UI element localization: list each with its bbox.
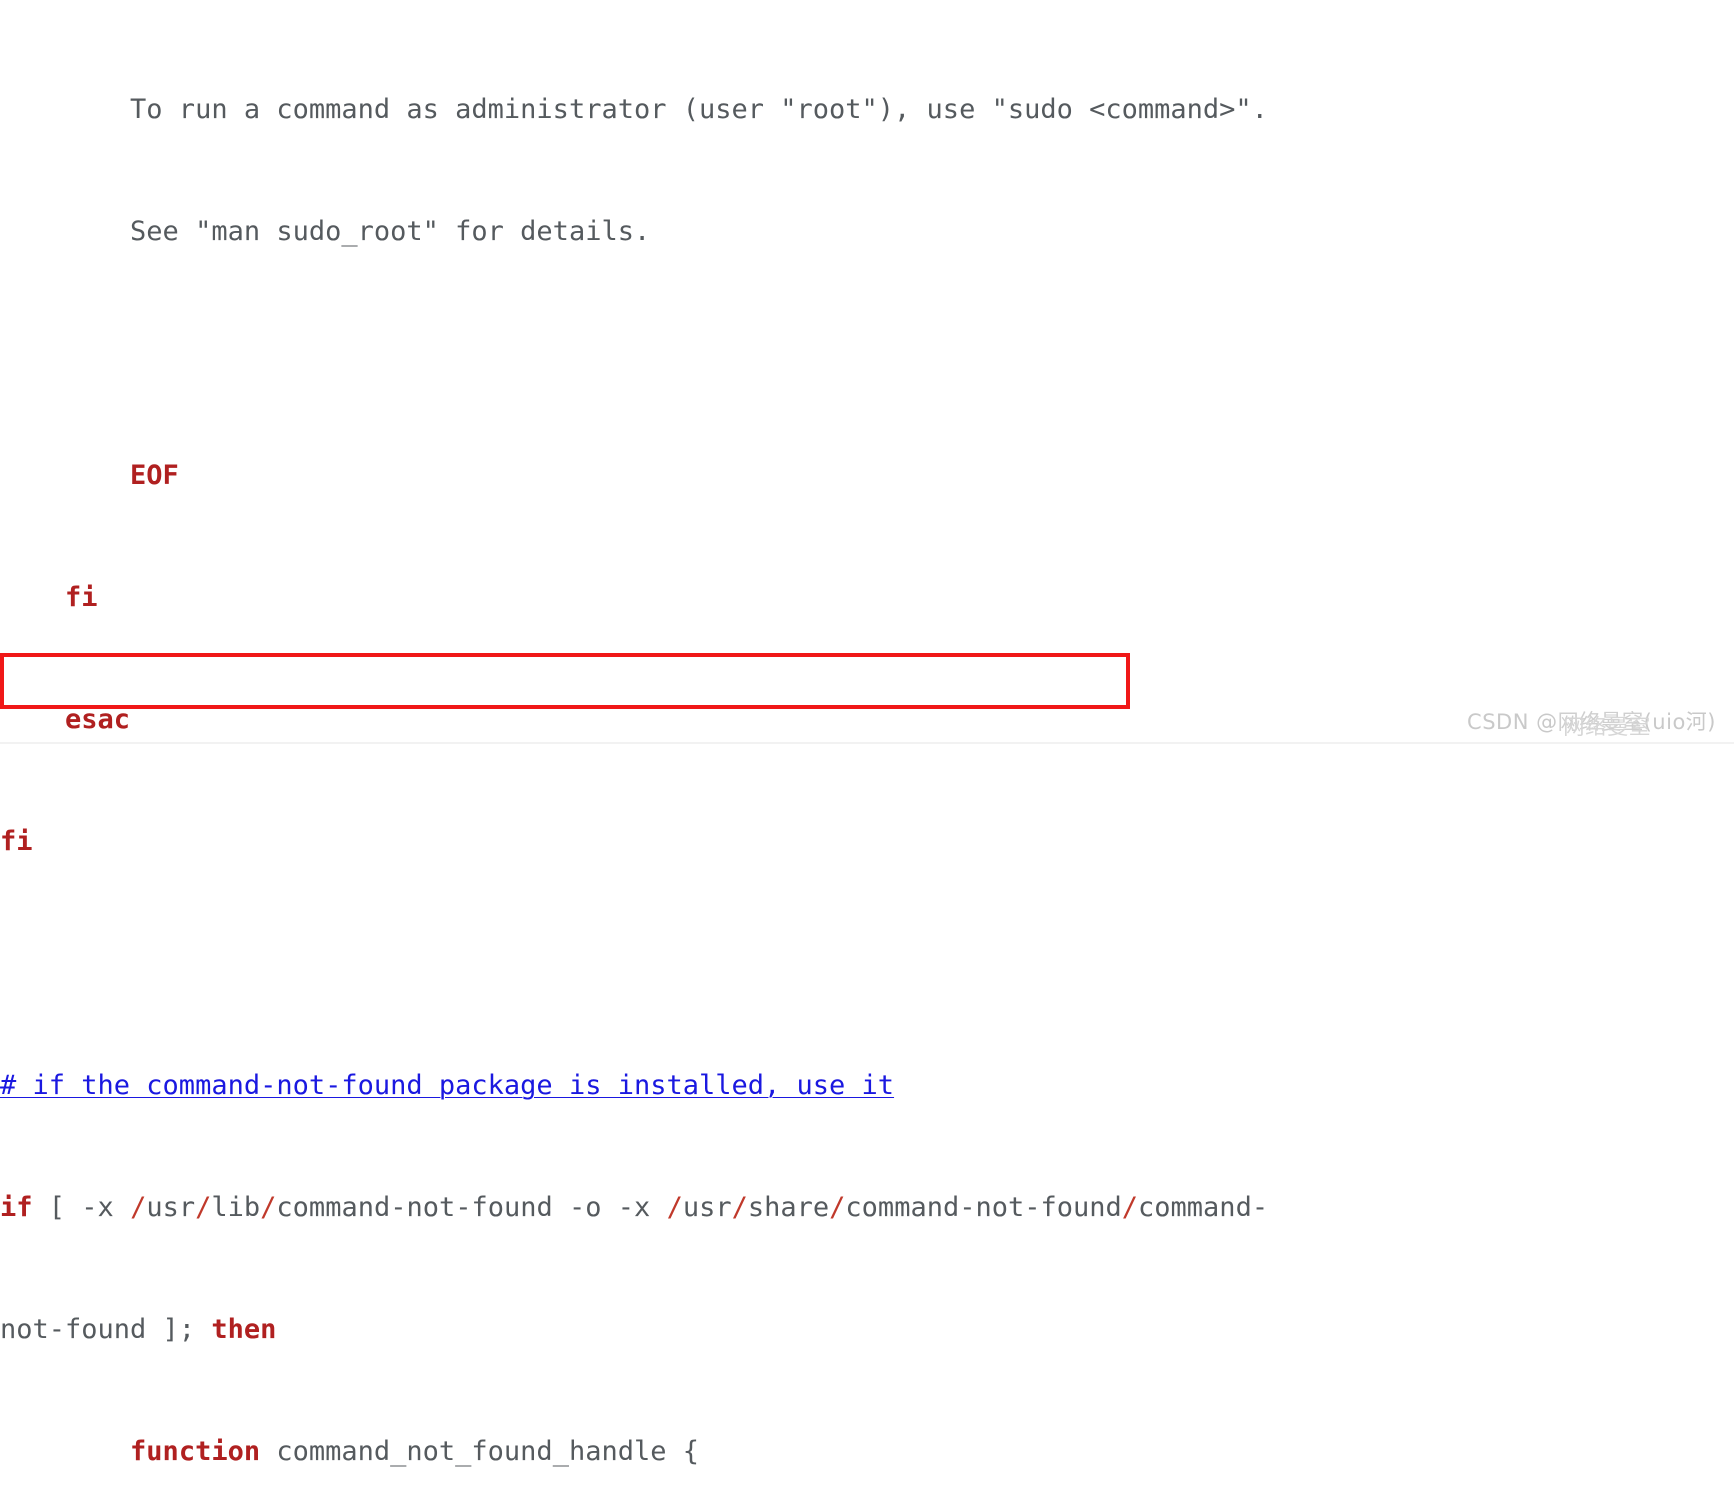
code-line-comment: # if the command-not-found package is in… [0,1072,1734,1099]
token-fi: fi [65,581,98,613]
csdn-watermark: CSDN @网络曼窒 网络曼窒 (uio河) [1467,706,1716,739]
line-text: To run a command as administrator (user … [0,93,1268,125]
token-if: if [0,1191,33,1223]
token-comment: # if the command-not-found package is in… [0,1069,895,1101]
code-line-blank [0,342,1734,366]
watermark-suffix: (uio河) [1643,710,1716,734]
token-esac: esac [65,703,131,735]
code-line-wrap: not-found ]; then [0,1313,277,1345]
watermark-name: 网络曼窒 网络曼窒 [1557,710,1651,739]
token-fi: fi [0,825,33,857]
code-view[interactable]: To run a command as administrator (user … [0,0,1734,1488]
code-line: See "man sudo_root" for details. [0,218,1734,245]
token-eof: EOF [130,459,179,491]
screenshot-root: To run a command as administrator (user … [0,0,1734,1465]
code-line: fi [0,828,1734,855]
token-then: then [211,1313,277,1345]
line-text [0,338,16,369]
code-line: EOF [0,462,1734,489]
watermark-prefix: CSDN @ [1467,710,1558,734]
code-line: To run a command as administrator (user … [0,96,1734,123]
code-line: if [ -x /usr/lib/command-not-found -o -x… [0,1191,1269,1223]
token-function: function [130,1435,261,1467]
line-text: See "man sudo_root" for details. [0,215,651,247]
watermark-name-overlay: 网络曼窒 [1562,715,1651,739]
code-line: function command_not_found_handle { [130,1435,699,1467]
code-line: fi [0,584,1734,611]
